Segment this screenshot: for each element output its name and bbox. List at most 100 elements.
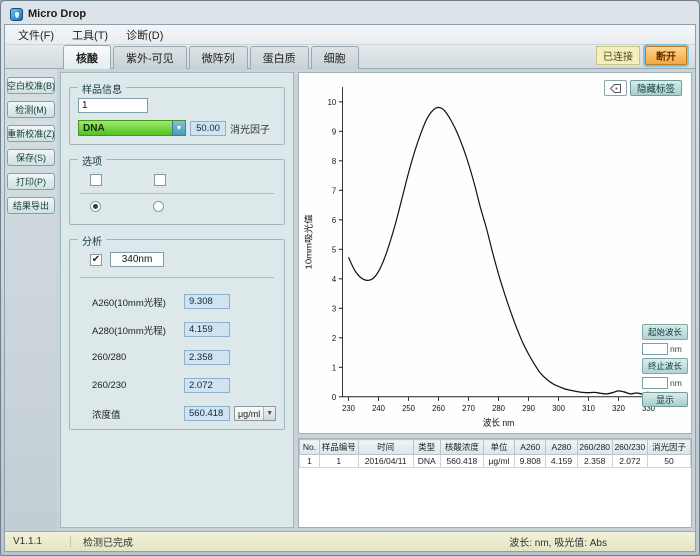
unit-select[interactable]: μg/ml ▼ [234, 406, 276, 421]
connection-group: 已连接 断开 [596, 46, 687, 68]
app-icon [10, 8, 23, 21]
x-tick-label: 290 [522, 404, 535, 413]
cell-type: DNA [413, 455, 440, 468]
app-window: Micro Drop 文件(F) 工具(T) 诊断(D) 核酸 紫外-可见 微阵… [0, 0, 700, 556]
col-type: 类型 [413, 440, 440, 455]
y-tick-label: 4 [332, 274, 337, 283]
y-tick-label: 10 [328, 97, 337, 106]
sample-panel: 样品信息 DNA ▼ 50.00 消光因子 [60, 72, 294, 528]
results-table: No. 样品编号 时间 类型 核酸浓度 单位 A260 A280 260/280 [299, 439, 691, 468]
separator [80, 277, 274, 278]
option-checkbox-2[interactable] [154, 174, 166, 186]
results-panel: No. 样品编号 时间 类型 核酸浓度 单位 A260 A280 260/280 [298, 438, 692, 528]
disconnect-button[interactable]: 断开 [645, 46, 687, 65]
export-results-button[interactable]: 结果导出 [7, 197, 55, 214]
spectrum-curve [349, 107, 649, 394]
wavelength-checkbox[interactable]: ✔ [90, 254, 102, 266]
sample-info-group: 样品信息 DNA ▼ 50.00 消光因子 [69, 87, 285, 145]
y-tick-label: 7 [332, 186, 337, 195]
tab-cell[interactable]: 细胞 [311, 46, 359, 69]
save-button[interactable]: 保存(S) [7, 149, 55, 166]
recalibrate-button[interactable]: 重新校准(Z) [7, 125, 55, 142]
titlebar[interactable]: Micro Drop [4, 4, 696, 24]
ratio-260-230-label: 260/230 [92, 380, 184, 391]
y-tick-label: 1 [332, 363, 337, 372]
menubar: 文件(F) 工具(T) 诊断(D) [5, 25, 695, 45]
print-button[interactable]: 打印(P) [7, 173, 55, 190]
col-260-280: 260/280 [577, 440, 612, 455]
x-tick-label: 280 [492, 404, 505, 413]
concentration-label: 浓度值 [92, 407, 180, 421]
analysis-title: 分析 [78, 233, 106, 248]
options-title: 选项 [78, 153, 106, 168]
end-wavelength-label: 终止波长 [642, 358, 688, 374]
cell-sample-id: 1 [319, 455, 358, 468]
cell-no: 1 [300, 455, 320, 468]
ratio-260-280-label: 260/280 [92, 352, 184, 363]
sample-info-title: 样品信息 [78, 81, 126, 96]
y-tick-label: 5 [332, 245, 337, 254]
tab-protein[interactable]: 蛋白质 [250, 46, 309, 69]
tab-nucleic-acid[interactable]: 核酸 [63, 45, 111, 69]
blank-calibration-button[interactable]: 空白校准(B) [7, 77, 55, 94]
option-radio-2[interactable] [153, 201, 164, 212]
sample-id-input[interactable] [78, 98, 148, 113]
window-title: Micro Drop [28, 8, 86, 20]
end-wavelength-unit: nm [670, 378, 682, 388]
col-a260: A260 [515, 440, 546, 455]
spectrum-chart: 2302402502602702802903003103203300123456… [299, 73, 691, 433]
connection-status-badge: 已连接 [596, 46, 640, 65]
measure-button[interactable]: 检测(M) [7, 101, 55, 118]
hide-labels-button[interactable]: 隐藏标签 [630, 80, 682, 96]
option-checkbox-1[interactable] [90, 174, 102, 186]
col-time: 时间 [358, 440, 413, 455]
chevron-down-icon: ▼ [172, 121, 185, 135]
col-260-230: 260/230 [612, 440, 647, 455]
col-a280: A280 [546, 440, 577, 455]
start-wavelength-label: 起始波长 [642, 324, 688, 340]
label-tool-button[interactable] [604, 80, 627, 96]
x-tick-label: 310 [582, 404, 595, 413]
a260-label: A260(10mm光程) [92, 295, 184, 309]
cell-a280: 4.159 [546, 455, 577, 468]
cell-concentration: 560.418 [440, 455, 483, 468]
analysis-wavelength-input[interactable] [110, 252, 164, 267]
table-row[interactable]: 1 1 2016/04/11 DNA 560.418 μg/ml 9.808 4… [300, 455, 691, 468]
cell-unit: μg/ml [483, 455, 514, 468]
start-wavelength-unit: nm [670, 344, 682, 354]
separator [80, 193, 274, 194]
option-radio-1[interactable] [90, 201, 101, 212]
menu-diagnostics[interactable]: 诊断(D) [117, 25, 172, 45]
x-tick-label: 300 [552, 404, 565, 413]
col-sample-id: 样品编号 [319, 440, 358, 455]
y-tick-label: 8 [332, 156, 337, 165]
x-tick-label: 240 [372, 404, 385, 413]
tab-uv-vis[interactable]: 紫外-可见 [113, 46, 187, 69]
cell-a260: 9.808 [515, 455, 546, 468]
tab-microarray[interactable]: 微阵列 [189, 46, 248, 69]
sample-type-select[interactable]: DNA ▼ [78, 120, 186, 136]
menu-tools[interactable]: 工具(T) [63, 25, 117, 45]
options-group: 选项 [69, 159, 285, 225]
cell-260-230: 2.072 [612, 455, 647, 468]
y-tick-label: 3 [332, 304, 337, 313]
col-factor: 消光因子 [647, 440, 690, 455]
concentration-value: 560.418 [184, 406, 230, 421]
start-wavelength-input[interactable] [642, 343, 668, 355]
show-button[interactable]: 显示 [642, 392, 688, 407]
a280-value: 4.159 [184, 322, 230, 337]
right-column: 隐藏标签 起始波长 nm 终止波长 nm [298, 72, 692, 528]
sidebar: 空白校准(B) 检测(M) 重新校准(Z) 保存(S) 打印(P) 结果导出 [5, 69, 57, 531]
status-message: 检测已完成 [71, 534, 509, 549]
sample-type-value: DNA [79, 123, 172, 134]
extinction-factor-label: 消光因子 [230, 121, 270, 136]
tag-icon [609, 83, 622, 94]
x-tick-label: 320 [612, 404, 625, 413]
y-tick-label: 2 [332, 333, 337, 342]
col-no: No. [300, 440, 320, 455]
extinction-factor-field[interactable]: 50.00 [190, 121, 226, 136]
ratio-260-280-value: 2.358 [184, 350, 230, 365]
end-wavelength-input[interactable] [642, 377, 668, 389]
wavelength-controls: 起始波长 nm 终止波长 nm 显示 [642, 324, 688, 407]
menu-file[interactable]: 文件(F) [9, 25, 63, 45]
